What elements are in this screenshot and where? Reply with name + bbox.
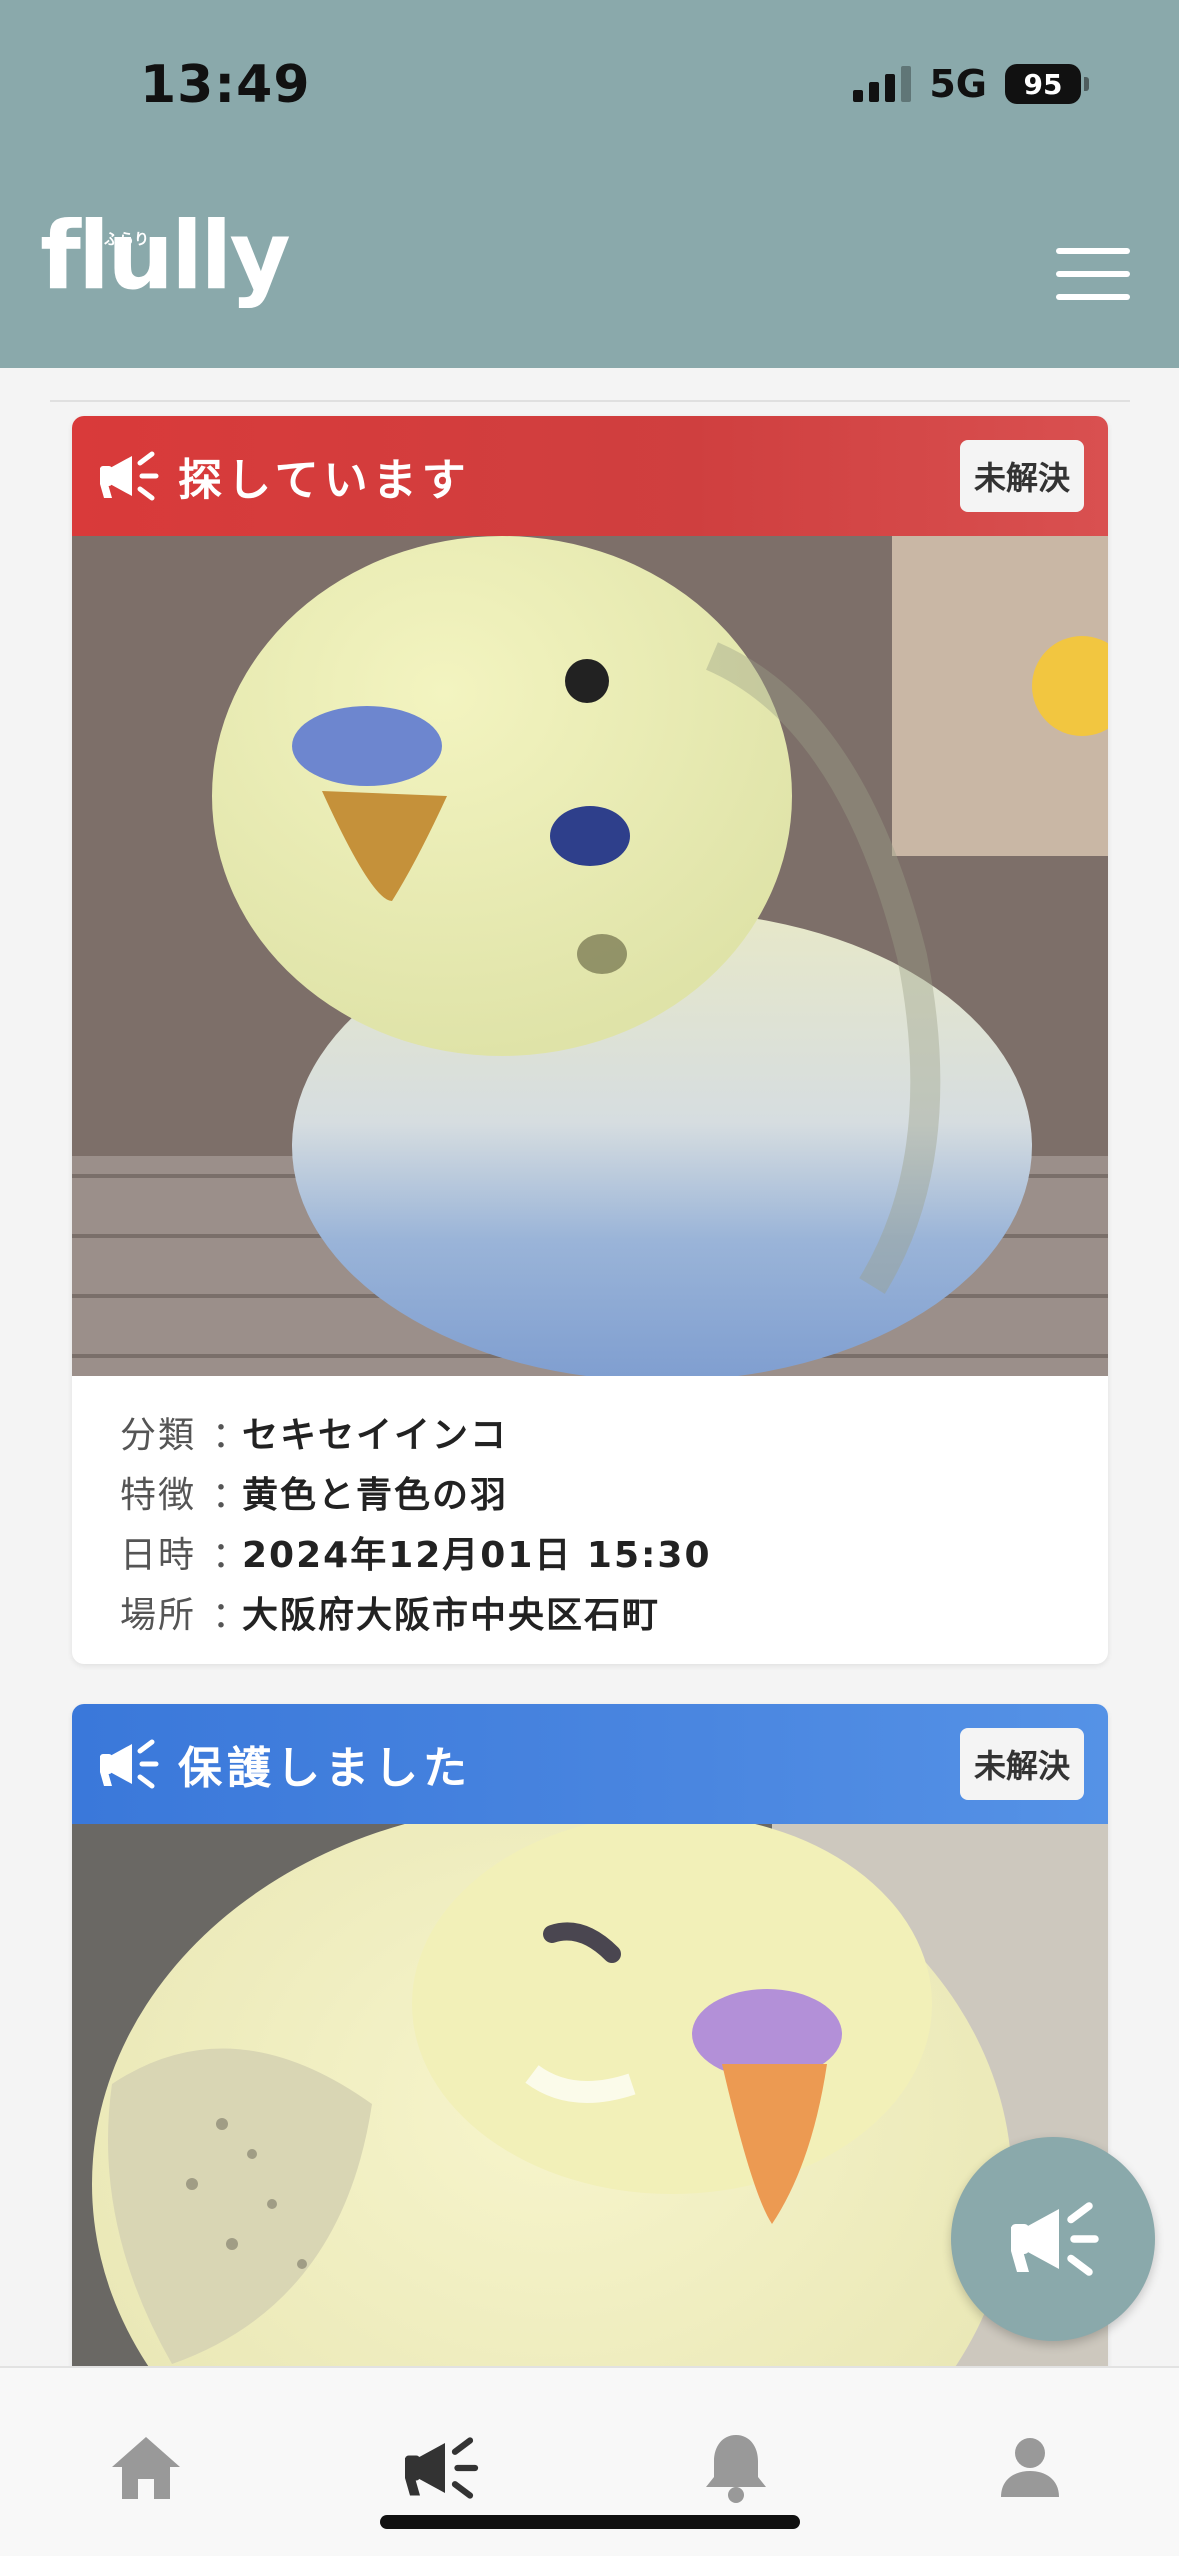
battery-icon: 95 (1005, 64, 1089, 104)
info-colon: ： (212, 1415, 249, 1456)
megaphone-icon (1011, 2202, 1099, 2276)
app-header: 13:49 5G 95 flully ふらり (0, 0, 1179, 368)
card-info: 分類 ： セキセイインコ 特徴 ： 黄色と青色の羽 日時 ： 2024年12月0… (72, 1376, 1108, 1664)
info-value: 黄色と青色の羽 (242, 1475, 509, 1516)
megaphone-icon (100, 451, 159, 501)
info-value: セキセイインコ (242, 1415, 509, 1456)
home-indicator (380, 2515, 800, 2529)
info-label: 場所 (120, 1595, 197, 1636)
status-badge: 未解決 (959, 440, 1084, 512)
info-row-category: 分類 ： セキセイインコ (120, 1402, 1060, 1462)
megaphone-icon (405, 2437, 479, 2499)
battery-level: 95 (1023, 67, 1063, 101)
nav-home[interactable] (106, 2428, 186, 2508)
logo-text: flully (40, 202, 291, 311)
info-value: 2024年12月01日 15:30 (242, 1535, 712, 1576)
budgie-image (72, 1824, 1108, 2404)
info-colon: ： (212, 1535, 249, 1576)
info-label: 分類 (120, 1415, 197, 1456)
info-colon: ： (212, 1475, 249, 1516)
budgie-image (72, 536, 1108, 1376)
logo-subtext: ふらり (104, 230, 150, 248)
post-fab-button[interactable] (951, 2137, 1155, 2341)
signal-icon (853, 66, 912, 102)
nav-notifications[interactable] (696, 2428, 776, 2508)
status-indicators: 5G 95 (853, 62, 1089, 106)
user-icon (1001, 2438, 1059, 2497)
pet-photo[interactable] (72, 536, 1108, 1376)
info-label: 特徴 (120, 1475, 197, 1516)
megaphone-icon (100, 1739, 159, 1789)
info-value: 大阪府大阪市中央区石町 (242, 1595, 661, 1636)
post-card-protected[interactable]: 保護しました 未解決 (72, 1704, 1108, 2404)
info-row-feature: 特徴 ： 黄色と青色の羽 (120, 1462, 1060, 1522)
nav-posts[interactable] (400, 2428, 480, 2508)
status-time: 13:49 (140, 55, 311, 115)
hamburger-menu-icon[interactable] (1056, 248, 1130, 300)
home-icon (112, 2437, 180, 2499)
post-card-lost[interactable]: 探しています 未解決 分類 ： セキセイインコ 特徴 ： 黄色と青色の羽 日時 … (72, 416, 1108, 1664)
card-title: 探しています (178, 455, 471, 506)
info-row-location: 場所 ： 大阪府大阪市中央区石町 (120, 1582, 1060, 1642)
divider (50, 400, 1130, 402)
info-colon: ： (212, 1595, 249, 1636)
card-header: 保護しました 未解決 (72, 1704, 1108, 1824)
info-label: 日時 (120, 1535, 197, 1576)
pet-photo[interactable] (72, 1824, 1108, 2404)
info-row-datetime: 日時 ： 2024年12月01日 15:30 (120, 1522, 1060, 1582)
card-title: 保護しました (178, 1743, 472, 1794)
network-label: 5G (929, 62, 987, 106)
bell-icon (706, 2435, 766, 2503)
status-badge: 未解決 (959, 1728, 1084, 1800)
card-header: 探しています 未解決 (72, 416, 1108, 536)
nav-profile[interactable] (990, 2428, 1070, 2508)
app-logo[interactable]: flully ふらり (40, 202, 291, 330)
